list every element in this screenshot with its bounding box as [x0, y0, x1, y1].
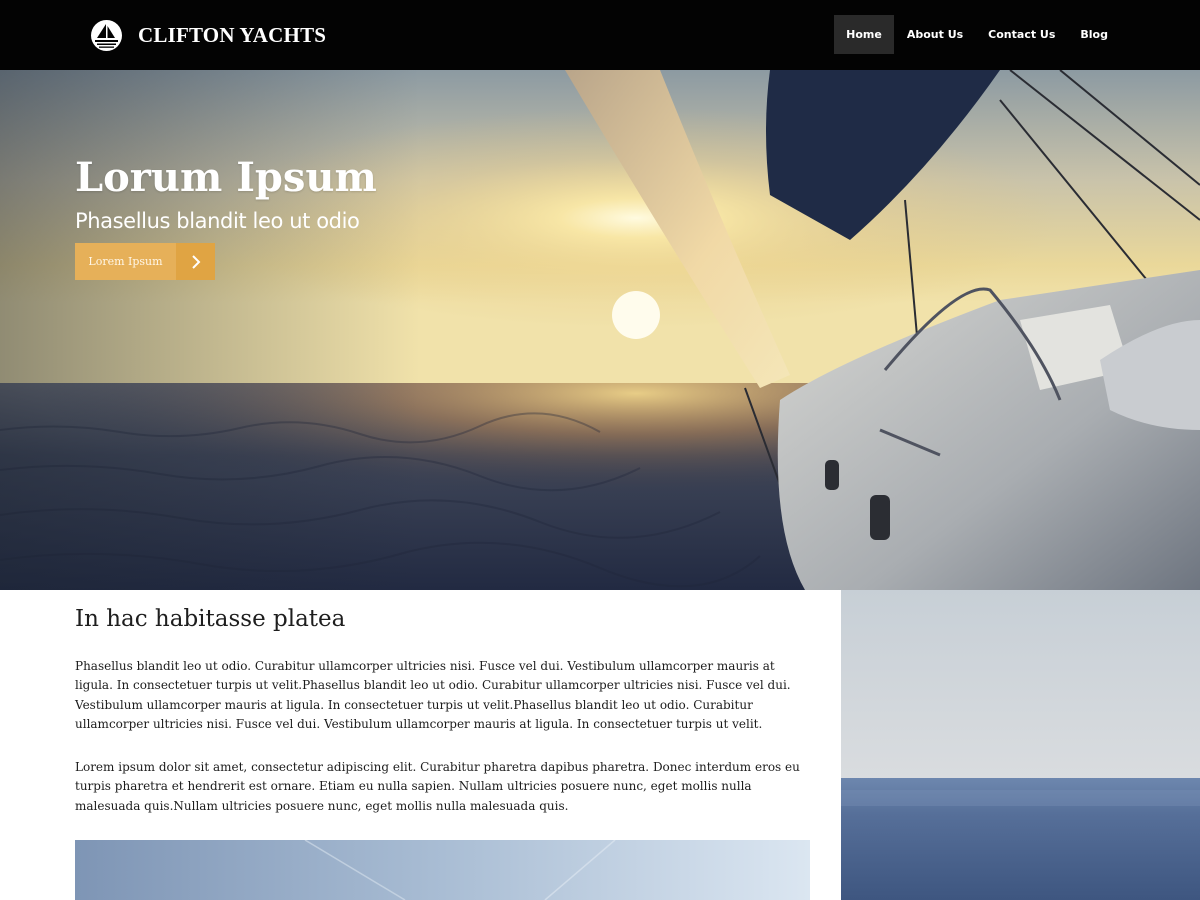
content-heading: In hac habitasse platea: [75, 606, 346, 632]
brand-name: CLIFTON YACHTS: [138, 22, 327, 47]
hero-sailboat-image: [0, 70, 1200, 590]
hero-banner: Lorum Ipsum Phasellus blandit leo ut odi…: [0, 70, 1200, 590]
content-paragraph: Phasellus blandit leo ut odio. Curabitur…: [75, 659, 791, 731]
sailboat-logo-icon: [91, 19, 122, 51]
nav-item-contact-us[interactable]: Contact Us: [976, 15, 1067, 54]
hero-cta-button[interactable]: Lorem Ipsum: [75, 243, 215, 280]
site-header: CLIFTON YACHTS Home About Us Contact Us …: [0, 0, 1200, 70]
hero-title: Lorum Ipsum: [75, 154, 377, 201]
hero-subtitle: Phasellus blandit leo ut odio: [75, 209, 360, 233]
content-paragraph: Lorem ipsum dolor sit amet, consectetur …: [75, 760, 800, 813]
brand-link[interactable]: CLIFTON YACHTS: [90, 17, 326, 53]
hero-cta-label: Lorem Ipsum: [75, 243, 176, 280]
main-nav: Home About Us Contact Us Blog: [833, 15, 1120, 54]
chevron-right-icon: [176, 243, 215, 280]
content-sky-image: [75, 840, 810, 900]
side-sea-image: [841, 590, 1200, 900]
nav-item-about-us[interactable]: About Us: [895, 15, 975, 54]
nav-item-home[interactable]: Home: [834, 15, 894, 54]
nav-item-blog[interactable]: Blog: [1068, 15, 1120, 54]
